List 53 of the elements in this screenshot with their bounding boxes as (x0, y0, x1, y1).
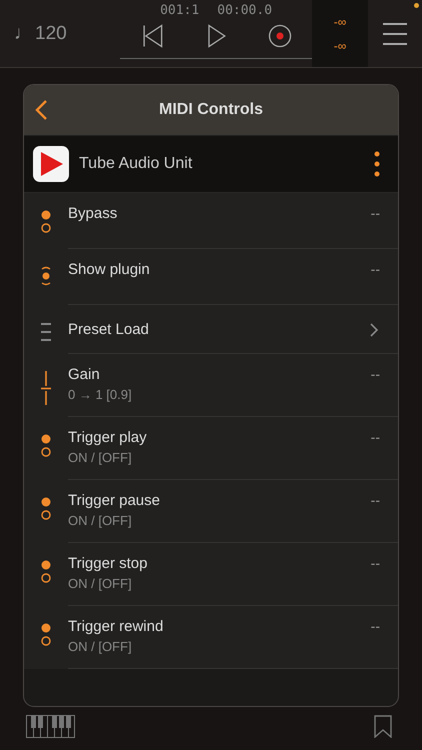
control-range: ON / [OFF] (68, 513, 133, 528)
rewind-button[interactable] (120, 22, 184, 59)
bookmark-icon[interactable] (374, 715, 392, 738)
control-value: -- (370, 429, 381, 445)
plugin-name: Tube Audio Unit (79, 155, 194, 173)
control-name: Trigger pause (68, 492, 161, 509)
control-name: Bypass (68, 205, 118, 222)
control-value: -- (370, 492, 381, 508)
control-name: Preset Load (68, 321, 150, 338)
toggle-icon (40, 622, 52, 648)
control-row[interactable]: Trigger stop ON / [OFF] -- (24, 543, 398, 606)
control-range: ON / [OFF] (68, 450, 133, 465)
list-icon (40, 322, 52, 342)
control-range: ON / [OFF] (68, 576, 133, 591)
control-name: Gain (68, 366, 101, 383)
control-value: -- (370, 261, 381, 277)
toggle-icon (40, 209, 52, 235)
time-display: 00:00.0 (217, 3, 272, 18)
momentary-icon (40, 265, 52, 287)
chevron-icon (370, 323, 379, 337)
more-options-icon[interactable] (374, 151, 380, 177)
control-row[interactable]: Trigger pause ON / [OFF] -- (24, 480, 398, 543)
play-button[interactable] (184, 22, 248, 59)
control-name: Trigger stop (68, 555, 148, 572)
plugin-logo (33, 146, 69, 182)
control-name: Show plugin (68, 261, 151, 278)
control-row[interactable]: Show plugin -- (24, 249, 398, 305)
note-icon: ♩ (14, 22, 33, 44)
toggle-icon (40, 559, 52, 585)
tempo[interactable]: 120 (35, 22, 67, 44)
control-value: -- (370, 555, 381, 571)
control-range: ON / [OFF] (68, 639, 133, 654)
status-dot (414, 3, 419, 8)
piano-keyboard-icon[interactable] (26, 715, 75, 738)
control-value: -- (370, 366, 381, 382)
level-reading: -∞ (334, 38, 346, 52)
control-row[interactable]: Gain 0 → 1 [0.9] -- (24, 354, 398, 417)
control-row[interactable]: Bypass -- (24, 193, 398, 249)
control-value: -- (370, 618, 381, 634)
bar-position: 001:1 (160, 3, 200, 18)
menu-icon[interactable] (382, 20, 408, 46)
slider-icon (40, 370, 52, 406)
level-reading: -∞ (334, 14, 346, 28)
toggle-icon (40, 496, 52, 522)
control-row[interactable]: Trigger play ON / [OFF] -- (24, 417, 398, 480)
panel-title: MIDI Controls (158, 101, 264, 119)
control-name: Trigger play (68, 429, 148, 446)
control-name: Trigger rewind (68, 618, 164, 635)
control-row[interactable]: Preset Load (24, 305, 398, 354)
toggle-icon (40, 433, 52, 459)
control-range: 0 → 1 [0.9] (68, 387, 133, 402)
control-value: -- (370, 205, 381, 221)
control-row[interactable]: Trigger rewind ON / [OFF] -- (24, 606, 398, 669)
